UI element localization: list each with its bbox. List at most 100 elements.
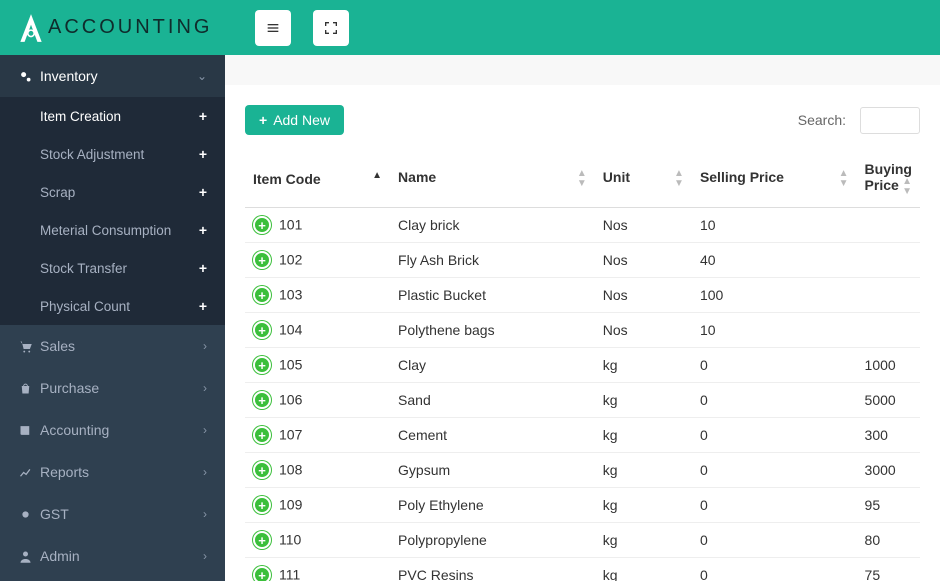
table-row: +103Plastic BucketNos100 [245,278,920,313]
cell-name: Cement [390,418,595,453]
brand-logo[interactable]: ACCOUNTING [0,0,225,55]
brand-name: ACCOUNTING [48,16,212,39]
sidebar-item-sales[interactable]: Sales › [0,325,225,367]
top-actions [225,10,349,46]
table-row: +105Claykg01000 [245,348,920,383]
cell-item-code: 107 [279,427,302,443]
table-row: +107Cementkg0300 [245,418,920,453]
plus-icon: + [199,298,207,314]
sidebar-item-gst[interactable]: GST › [0,493,225,535]
expand-row-button[interactable]: + [253,321,271,339]
plus-icon: + [199,260,207,276]
cell-item-code: 104 [279,322,302,338]
expand-row-button[interactable]: + [253,566,271,581]
expand-row-button[interactable]: + [253,216,271,234]
table-row: +102Fly Ash BrickNos40 [245,243,920,278]
cell-unit: Nos [595,278,692,313]
cell-buying-price: 5000 [857,383,920,418]
sort-icon: ▲▼ [839,169,849,189]
cell-unit: kg [595,383,692,418]
cell-unit: kg [595,348,692,383]
cell-buying-price [857,278,920,313]
col-header-unit[interactable]: Unit ▲▼ [595,151,692,208]
gears-icon [18,69,40,84]
menu-toggle-button[interactable] [255,10,291,46]
book-icon [18,423,40,438]
cell-name: Plastic Bucket [390,278,595,313]
cart-icon [18,339,40,354]
cell-item-code: 106 [279,392,302,408]
chevron-right-icon: › [203,507,207,521]
table-row: +108Gypsumkg03000 [245,453,920,488]
sidebar-item-label: Inventory [40,68,197,84]
expand-row-button[interactable]: + [253,496,271,514]
expand-row-button[interactable]: + [253,531,271,549]
col-header-name[interactable]: Name ▲▼ [390,151,595,208]
sidebar-sub-label: Stock Adjustment [40,147,199,162]
cell-item-code: 111 [279,567,300,581]
cell-unit: Nos [595,208,692,243]
plus-icon: + [259,112,267,128]
sidebar-item-inventory[interactable]: Inventory ⌄ [0,55,225,97]
cell-selling-price: 40 [692,243,857,278]
chevron-right-icon: › [203,423,207,437]
cell-name: Fly Ash Brick [390,243,595,278]
fullscreen-icon [323,20,339,36]
sidebar-sub-stock-transfer[interactable]: Stock Transfer + [0,249,225,287]
cell-name: Clay brick [390,208,595,243]
expand-row-button[interactable]: + [253,356,271,374]
expand-row-button[interactable]: + [253,391,271,409]
cell-item-code: 110 [279,532,301,548]
expand-row-button[interactable]: + [253,251,271,269]
cell-unit: kg [595,418,692,453]
cell-buying-price [857,313,920,348]
cell-buying-price: 80 [857,523,920,558]
gear-icon [18,507,40,522]
sidebar: Inventory ⌄ Item Creation + Stock Adjust… [0,55,225,581]
cell-item-code: 103 [279,287,302,303]
cell-name: Sand [390,383,595,418]
plus-icon: + [199,146,207,162]
cell-item-code: 105 [279,357,302,373]
cell-unit: kg [595,558,692,581]
col-header-item-code[interactable]: Item Code ▲ [245,151,390,208]
cell-selling-price: 10 [692,208,857,243]
col-header-buying-price[interactable]: Buying Price ▲▼ [857,151,920,208]
items-table: Item Code ▲ Name ▲▼ Unit ▲▼ Selling Pr [245,151,920,581]
sidebar-sub-label: Stock Transfer [40,261,199,276]
sidebar-sub-scrap[interactable]: Scrap + [0,173,225,211]
toolbar: + Add New Search: [245,97,920,151]
sidebar-sub-material-consumption[interactable]: Meterial Consumption + [0,211,225,249]
col-label: Item Code [253,171,321,187]
search-input[interactable] [860,107,920,134]
expand-row-button[interactable]: + [253,426,271,444]
cell-buying-price: 75 [857,558,920,581]
sidebar-sub-physical-count[interactable]: Physical Count + [0,287,225,325]
sidebar-item-label: Admin [40,548,203,564]
sidebar-item-label: GST [40,506,203,522]
cell-selling-price: 0 [692,453,857,488]
sidebar-item-admin[interactable]: Admin › [0,535,225,577]
chevron-right-icon: › [203,549,207,563]
sidebar-item-purchase[interactable]: Purchase › [0,367,225,409]
add-new-button[interactable]: + Add New [245,105,344,135]
col-header-selling-price[interactable]: Selling Price ▲▼ [692,151,857,208]
sidebar-item-accounting[interactable]: Accounting › [0,409,225,451]
expand-row-button[interactable]: + [253,286,271,304]
table-row: +106Sandkg05000 [245,383,920,418]
cell-unit: kg [595,488,692,523]
expand-row-button[interactable]: + [253,461,271,479]
cell-selling-price: 0 [692,488,857,523]
fullscreen-button[interactable] [313,10,349,46]
sidebar-item-reports[interactable]: Reports › [0,451,225,493]
col-label: Selling Price [700,169,784,185]
sidebar-submenu-inventory: Item Creation + Stock Adjustment + Scrap… [0,97,225,325]
cell-item-code: 108 [279,462,302,478]
sidebar-sub-item-creation[interactable]: Item Creation + [0,97,225,135]
cell-unit: kg [595,523,692,558]
sort-asc-icon: ▲ [372,171,382,181]
cell-buying-price: 1000 [857,348,920,383]
plus-icon: + [199,222,207,238]
cell-buying-price: 3000 [857,453,920,488]
sidebar-sub-stock-adjustment[interactable]: Stock Adjustment + [0,135,225,173]
